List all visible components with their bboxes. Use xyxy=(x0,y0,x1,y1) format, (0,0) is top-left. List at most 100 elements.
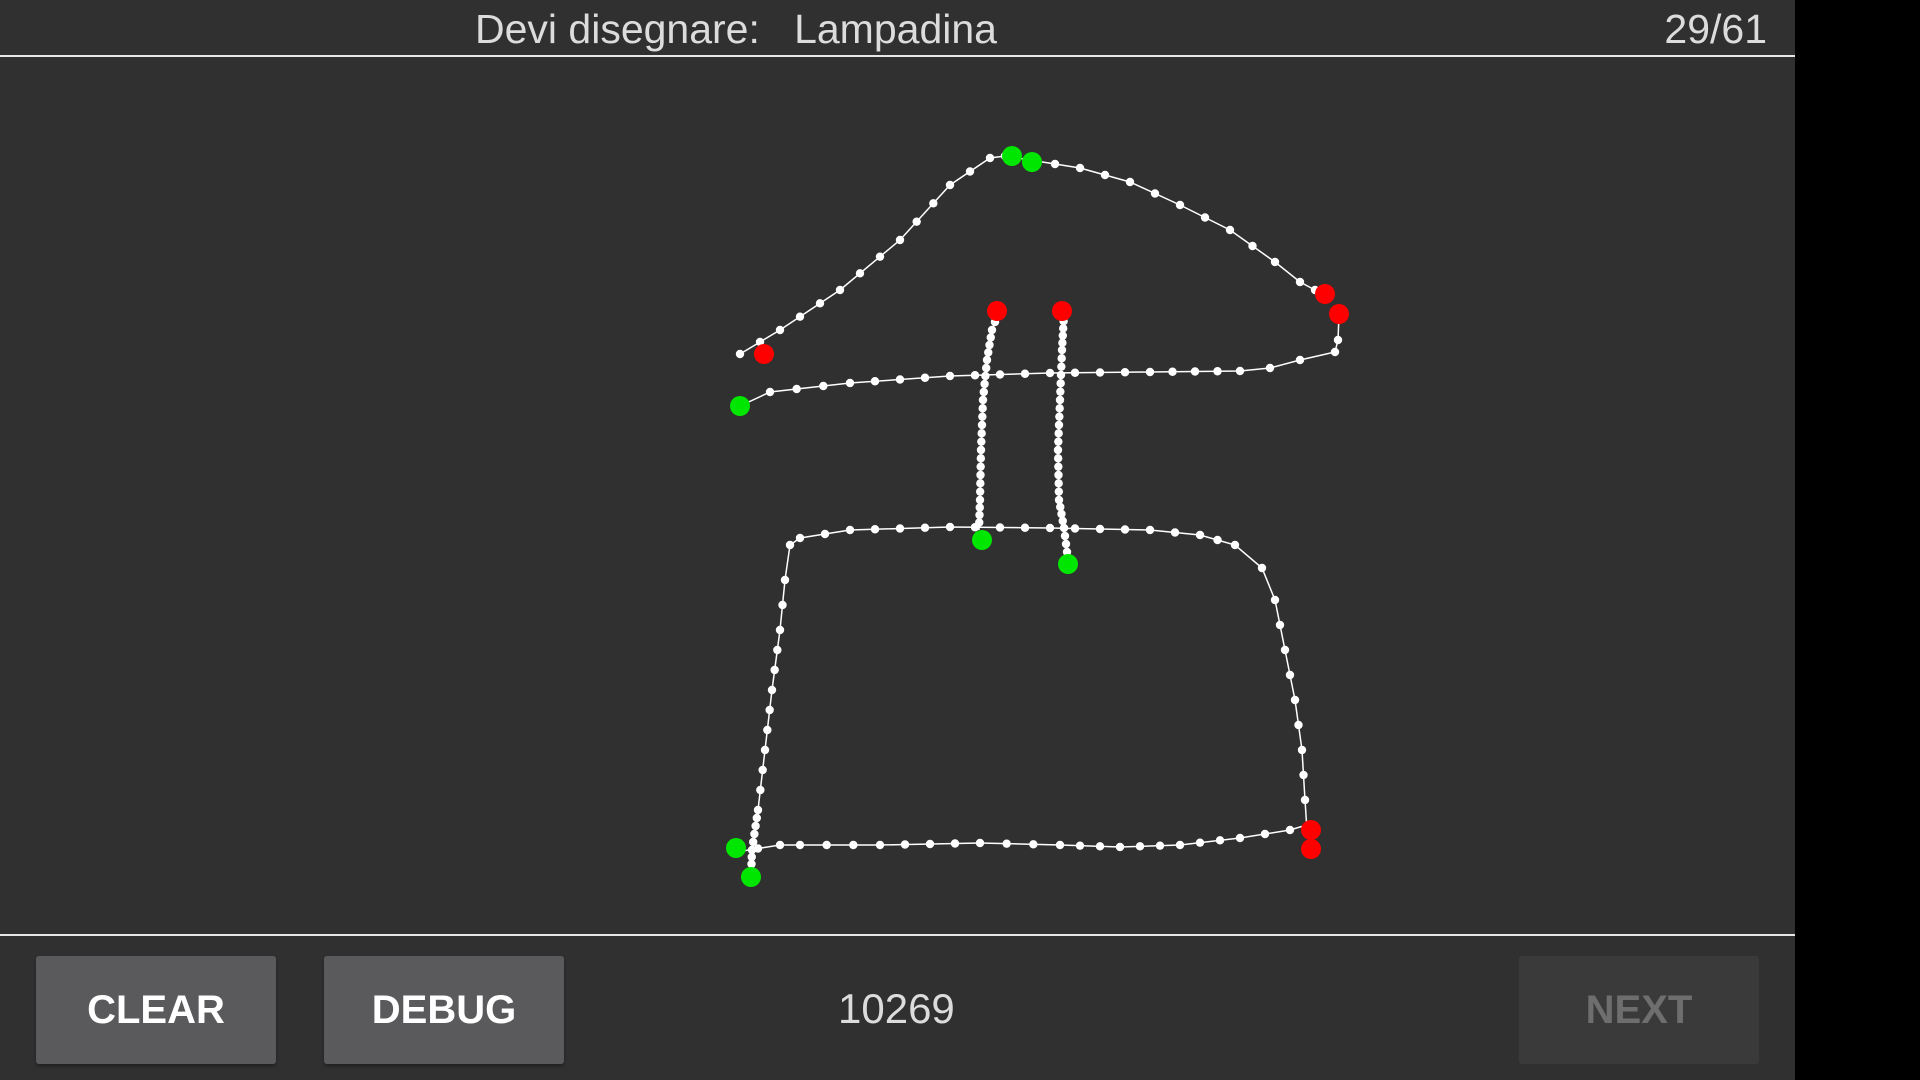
sample-point xyxy=(770,665,779,675)
sample-point xyxy=(979,387,988,397)
stroke-line xyxy=(739,155,1329,355)
sample-point xyxy=(1120,368,1130,377)
sample-point xyxy=(1050,159,1060,169)
sample-point xyxy=(1170,528,1180,537)
debug-button[interactable]: DEBUG xyxy=(324,956,564,1064)
sample-point xyxy=(773,645,782,655)
sample-point xyxy=(775,625,785,635)
sample-point xyxy=(792,384,801,394)
sample-point xyxy=(1213,535,1222,545)
sample-point xyxy=(1155,841,1165,850)
sample-point xyxy=(1235,366,1245,376)
stroke-start-marker xyxy=(1058,554,1078,574)
sample-point xyxy=(750,829,759,839)
sample-point xyxy=(1330,347,1340,357)
sample-point xyxy=(1175,200,1185,210)
sample-point xyxy=(1055,395,1065,405)
sample-point xyxy=(756,785,765,795)
sample-point xyxy=(1290,695,1300,705)
sample-point xyxy=(775,325,785,335)
sample-point xyxy=(845,525,855,535)
sample-point xyxy=(1230,540,1240,550)
sample-point xyxy=(929,199,938,208)
sample-point xyxy=(1120,525,1130,534)
sample-point xyxy=(1213,367,1222,376)
sample-point xyxy=(1058,338,1067,347)
sample-point xyxy=(1002,839,1011,848)
sample-point xyxy=(1045,368,1055,378)
sample-point xyxy=(1059,324,1068,333)
stroke-line xyxy=(739,314,1340,407)
sample-point xyxy=(1295,355,1305,365)
sample-point xyxy=(1300,795,1310,805)
sample-point xyxy=(1055,412,1064,421)
sample-point xyxy=(1135,842,1145,851)
stroke-line xyxy=(750,526,1313,879)
sample-point xyxy=(1055,840,1065,850)
sample-point xyxy=(760,745,770,755)
sample-point xyxy=(1248,241,1257,251)
sample-point xyxy=(984,348,993,357)
sample-point xyxy=(976,470,985,480)
sample-point xyxy=(920,373,930,382)
sample-point xyxy=(849,840,858,850)
sample-point xyxy=(978,395,988,405)
sample-point xyxy=(970,371,980,380)
drawing-strokes xyxy=(726,146,1349,887)
sample-point xyxy=(980,379,989,389)
sample-point xyxy=(835,285,845,295)
sample-point xyxy=(1053,445,1063,455)
sample-point xyxy=(870,525,880,534)
sample-point xyxy=(1145,525,1155,535)
sample-point xyxy=(945,180,955,190)
sample-point xyxy=(1125,177,1135,187)
sample-point xyxy=(895,375,905,384)
next-button[interactable]: NEXT xyxy=(1519,956,1759,1064)
sample-point xyxy=(1257,563,1267,573)
sample-point xyxy=(945,522,955,532)
sample-point xyxy=(1053,454,1063,463)
sample-point xyxy=(965,167,975,176)
stroke-end-marker xyxy=(1315,284,1335,304)
sample-point xyxy=(1056,387,1065,396)
stroke-start-marker xyxy=(726,838,746,858)
sample-point xyxy=(1054,479,1063,488)
sample-point xyxy=(1295,277,1305,287)
sample-point xyxy=(1070,368,1080,377)
sample-point xyxy=(950,839,960,848)
sample-point xyxy=(1054,495,1064,505)
drawing-canvas[interactable] xyxy=(0,57,1795,934)
sample-point xyxy=(780,575,790,585)
sample-point xyxy=(1270,257,1280,267)
sample-point xyxy=(1115,842,1125,852)
stroke-start-marker xyxy=(972,530,992,550)
sample-point xyxy=(1054,437,1063,446)
sample-point xyxy=(977,420,987,430)
sample-point xyxy=(1280,645,1290,655)
stroke-end-marker xyxy=(1052,301,1072,321)
sample-point xyxy=(795,312,805,321)
sample-point xyxy=(975,503,984,512)
sample-point xyxy=(1215,836,1225,845)
sample-point xyxy=(1070,524,1080,533)
sample-point xyxy=(976,454,986,463)
sample-point xyxy=(1168,367,1177,376)
sample-point xyxy=(815,299,825,308)
sample-point xyxy=(1075,163,1085,173)
sample-point xyxy=(767,685,777,695)
sample-point xyxy=(1297,745,1307,755)
sample-point xyxy=(1299,770,1308,780)
clear-button[interactable]: CLEAR xyxy=(36,956,276,1064)
stroke-end-marker xyxy=(1301,839,1321,859)
sample-point xyxy=(1056,370,1066,380)
sample-point xyxy=(1100,170,1110,180)
sample-point xyxy=(1285,670,1295,680)
score-value: 10269 xyxy=(838,985,955,1032)
sample-point xyxy=(1057,362,1066,371)
sample-point xyxy=(1057,354,1066,363)
sample-point xyxy=(977,429,986,438)
sample-point xyxy=(735,349,745,359)
sample-point xyxy=(1195,838,1205,847)
sample-point xyxy=(1095,524,1105,534)
sample-point xyxy=(982,363,991,373)
